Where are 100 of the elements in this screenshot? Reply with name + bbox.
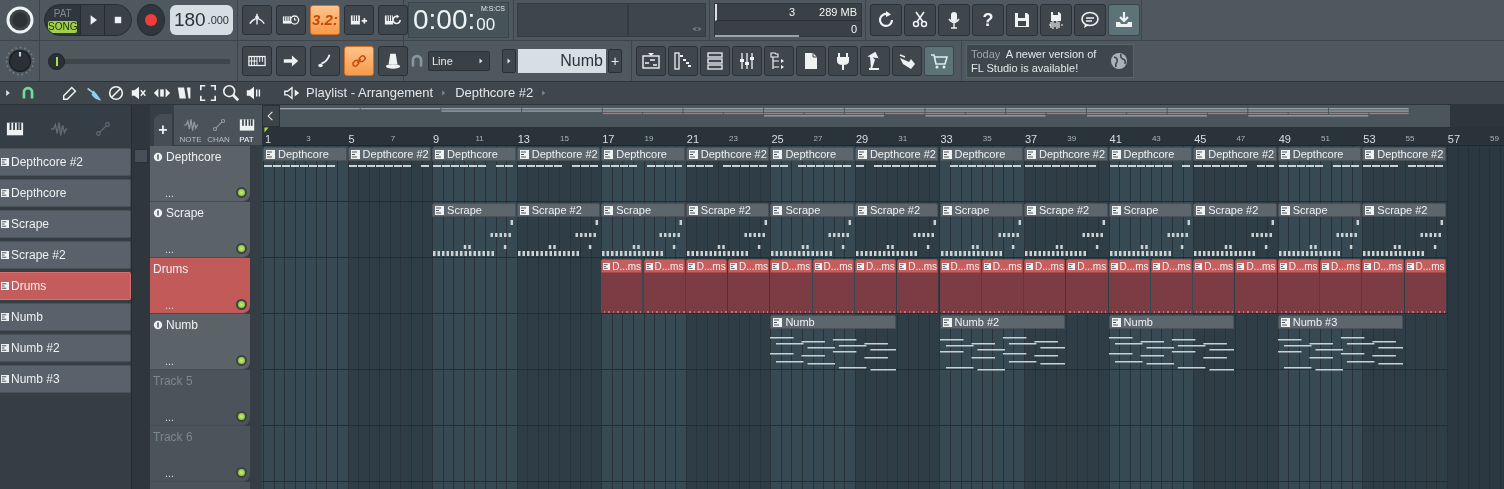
slider-thumb[interactable] <box>48 52 65 70</box>
clip-header[interactable]: Depthcore #2 <box>854 147 939 161</box>
pattern-item[interactable]: Numb <box>0 303 131 331</box>
clip-header[interactable]: Scrape #2 <box>854 203 939 217</box>
project-button[interactable] <box>796 46 826 76</box>
pattern-menu-button[interactable] <box>502 49 516 73</box>
clip-header[interactable]: D...ms <box>1320 259 1362 273</box>
clip-header[interactable]: Depthcore <box>1108 147 1193 161</box>
track-menu[interactable]: ... <box>153 356 175 366</box>
pattern-item[interactable]: Scrape <box>0 210 131 238</box>
wait-for-input-button[interactable] <box>276 5 306 35</box>
view-tab[interactable]: NOTE <box>178 117 203 144</box>
pencil-tool-icon[interactable] <box>61 84 79 102</box>
clip-header[interactable]: D...ms <box>1066 259 1108 273</box>
breadcrumb-link[interactable]: Depthcore #2 <box>455 83 534 103</box>
clip-header[interactable]: Depthcore #2 <box>347 147 432 161</box>
arrangement-overview-drawing[interactable] <box>280 105 1450 127</box>
clip-header[interactable]: Depthcore <box>432 147 516 161</box>
record-button[interactable] <box>137 4 165 36</box>
mixer-button[interactable] <box>732 46 762 76</box>
track-header[interactable]: Numb ... <box>150 314 250 370</box>
clip-header[interactable]: D...ms <box>1108 259 1150 273</box>
playlist-button[interactable] <box>636 46 666 76</box>
track-menu[interactable]: ... <box>153 412 175 422</box>
track-led[interactable] <box>236 411 247 422</box>
clip-header[interactable]: Scrape #2 <box>1193 203 1277 217</box>
clip-header[interactable]: Depthcore <box>1277 147 1362 161</box>
clip-header[interactable]: D...ms <box>1362 259 1404 273</box>
step-edit-button[interactable] <box>344 5 374 35</box>
clip-header[interactable]: Scrape <box>1277 203 1362 217</box>
clip-header[interactable]: Depthcore <box>770 147 854 161</box>
clip-header[interactable]: D...ms <box>1277 259 1319 273</box>
track-menu[interactable]: ... <box>153 244 175 254</box>
speaker-icon[interactable] <box>245 84 263 102</box>
clip-header[interactable]: Depthcore <box>601 147 685 161</box>
track-header[interactable]: Drums ... <box>150 258 250 314</box>
lamp-button[interactable] <box>860 46 890 76</box>
pen-button[interactable] <box>310 46 340 76</box>
snap-dropdown[interactable]: Line <box>428 51 490 71</box>
clip-header[interactable]: Depthcore #2 <box>1024 147 1108 161</box>
track-led[interactable] <box>236 299 247 310</box>
clip-header[interactable]: Depthcore #2 <box>1362 147 1446 161</box>
record-audio-button[interactable] <box>938 4 970 36</box>
track-led[interactable] <box>236 355 247 366</box>
arrow-button[interactable] <box>276 46 306 76</box>
cut-button[interactable] <box>904 4 936 36</box>
play-button[interactable] <box>80 5 105 35</box>
pattern-item[interactable]: Scrape #2 <box>0 241 131 269</box>
add-track-button[interactable]: + <box>154 114 172 146</box>
track-header[interactable]: Scrape ... <box>150 202 250 258</box>
add-pattern-button[interactable]: + <box>608 49 622 73</box>
zoom-icon[interactable] <box>222 84 240 102</box>
clip-header[interactable]: Scrape <box>770 203 854 217</box>
clip-header[interactable]: Scrape #2 <box>516 203 601 217</box>
clip-header[interactable]: Scrape <box>939 203 1024 217</box>
tempo-field[interactable]: 180.000 <box>169 5 233 35</box>
track-led[interactable] <box>236 243 247 254</box>
scrollbar-thumb[interactable] <box>134 149 148 163</box>
chat-button[interactable] <box>1074 4 1106 36</box>
pattern-item[interactable]: Drums <box>0 272 131 300</box>
select-tool-icon[interactable] <box>199 84 217 102</box>
clip-header[interactable]: Scrape #2 <box>1362 203 1446 217</box>
export-button[interactable] <box>1040 4 1072 36</box>
breadcrumb-link[interactable]: Playlist - Arrangement <box>306 83 434 103</box>
clip-header[interactable]: Depthcore #2 <box>516 147 601 161</box>
mode-toggle[interactable]: SONG <box>48 20 78 33</box>
clip-header[interactable]: Depthcore #2 <box>1193 147 1277 161</box>
pattern-item[interactable]: Numb #2 <box>0 334 131 362</box>
clip-header[interactable]: Scrape #2 <box>685 203 770 217</box>
clip-header[interactable]: D...ms <box>685 259 728 273</box>
clip-header[interactable]: Numb <box>770 315 897 329</box>
master-volume-knob[interactable] <box>4 5 35 35</box>
clip-header[interactable]: D...ms <box>643 259 685 273</box>
clip-header[interactable]: D...ms <box>1193 259 1235 273</box>
clip-header[interactable]: Scrape #2 <box>1024 203 1108 217</box>
track-menu[interactable]: ... <box>153 300 175 310</box>
stop-button[interactable] <box>104 5 132 35</box>
track-menu[interactable]: ... <box>153 188 175 198</box>
track-header[interactable]: Depthcore ... <box>150 146 250 202</box>
clip-header[interactable]: Numb #2 <box>939 315 1066 329</box>
clip-header[interactable]: Scrape <box>1108 203 1193 217</box>
pattern-selector[interactable]: Numb <box>518 49 606 73</box>
clip-header[interactable]: D...ms <box>981 259 1024 273</box>
metronome-button[interactable] <box>242 5 272 35</box>
clip-header[interactable]: Depthcore <box>263 147 347 161</box>
cart-button[interactable] <box>924 46 954 76</box>
mute-icon[interactable] <box>130 84 148 102</box>
clip-header[interactable]: D...ms <box>1024 259 1066 273</box>
clip-header[interactable]: Scrape <box>601 203 685 217</box>
track-led[interactable] <box>236 187 247 198</box>
track-led[interactable] <box>236 467 247 478</box>
view-tab[interactable]: PAT <box>234 117 259 144</box>
loop-record-button[interactable] <box>378 5 408 35</box>
clip-header[interactable]: Depthcore <box>939 147 1024 161</box>
hand-button[interactable] <box>892 46 922 76</box>
pattern-item[interactable]: Numb #3 <box>0 365 131 393</box>
channel-rack-button[interactable] <box>700 46 730 76</box>
clip-header[interactable]: D...ms <box>854 259 897 273</box>
clip-header[interactable]: D...ms <box>1404 259 1446 273</box>
reset-button[interactable] <box>870 4 902 36</box>
